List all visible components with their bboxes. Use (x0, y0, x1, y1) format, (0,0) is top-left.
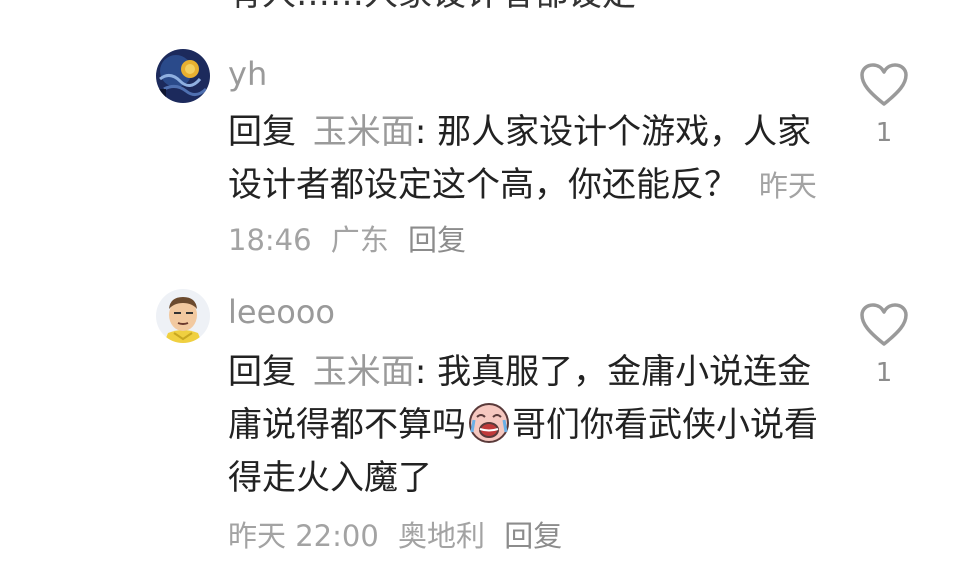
comment-location: 广东 (330, 223, 389, 257)
like-count: 1 (875, 118, 893, 148)
reply-colon: : (414, 352, 427, 392)
crying-face-emoji-icon (468, 402, 510, 444)
comment-body: 回复 玉米面: 我真服了，金庸小说连金庸说得都不算吗 哥们你看武侠小说看得走火入… (228, 346, 818, 505)
like-button[interactable]: 1 (858, 302, 910, 388)
username[interactable]: yh (228, 54, 267, 94)
reply-button[interactable]: 回复 (504, 519, 562, 553)
like-count: 1 (875, 358, 893, 388)
comment-thread: 有人……人家设计者都设定 yh 回复 玉米面: 那人家设计个游戏，人家设计者都设… (0, 0, 954, 572)
previous-comment-partial-text: 有人……人家设计者都设定 (228, 0, 636, 14)
reply-button[interactable]: 回复 (408, 223, 466, 257)
reply-label: 回复 (228, 352, 296, 392)
cartoon-man-avatar-icon (156, 289, 210, 343)
heart-icon (860, 63, 908, 106)
reply-target-username[interactable]: 玉米面 (313, 112, 415, 152)
heart-icon (860, 303, 908, 346)
reply-label: 回复 (228, 112, 296, 152)
reply-colon: : (414, 112, 427, 152)
like-button[interactable]: 1 (858, 62, 910, 148)
reply-target-username[interactable]: 玉米面 (313, 352, 415, 392)
comment-location: 奥地利 (398, 519, 486, 553)
avatar[interactable] (156, 289, 210, 343)
starry-night-avatar-icon (156, 49, 210, 103)
comment-time: 昨天 22:00 (228, 519, 379, 553)
comment-meta: 昨天 22:00 奥地利 回复 (228, 516, 572, 556)
comment-body: 回复 玉米面: 那人家设计个游戏，人家设计者都设定这个高，你还能反？ 昨天 18… (228, 106, 818, 267)
avatar[interactable] (156, 49, 210, 103)
username[interactable]: leeooo (228, 292, 335, 332)
